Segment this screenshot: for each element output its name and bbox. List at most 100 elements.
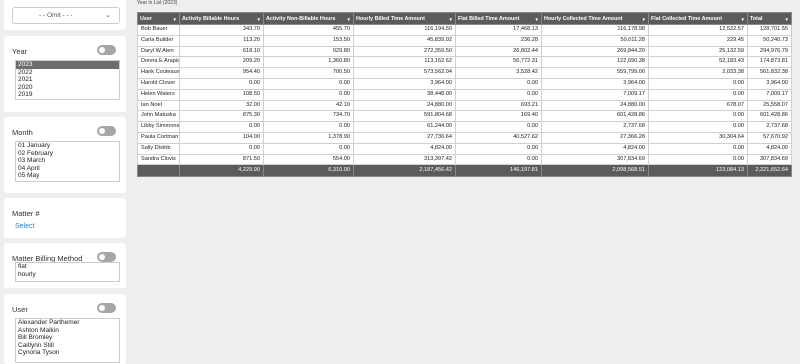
table-row: Donna E Arapia 209.20 1,360.80 113,162.62 56… — [137, 56, 792, 69]
month-listbox[interactable]: 01 January 02 February 03 March 04 April 05 … — [15, 141, 120, 182]
omit-select-value: - - Omit - - - — [39, 12, 73, 19]
value-cell: 0.00 — [648, 153, 748, 166]
value-cell: 0.00 — [263, 88, 354, 101]
column-header-label: User — [140, 15, 152, 22]
value-cell: 3,528.42 — [455, 67, 542, 79]
column-header[interactable]: User ▼ — [137, 12, 180, 25]
month-filter-title: Month — [12, 128, 33, 137]
value-cell: 1,378.90 — [263, 131, 354, 144]
month-option[interactable]: 01 January — [16, 142, 119, 150]
month-filter-toggle[interactable] — [97, 126, 116, 136]
year-option[interactable]: 2023 — [16, 61, 119, 69]
sort-arrow-icon[interactable]: ▼ — [449, 17, 453, 22]
value-cell: 871.50 — [179, 153, 264, 166]
value-cell: 0.00 — [179, 77, 264, 90]
value-cell: 24,880.00 — [541, 99, 649, 112]
value-cell: 693.21 — [455, 99, 542, 112]
column-header[interactable]: Hourly Billed Time Amount ▼ — [353, 12, 456, 25]
column-header[interactable]: Total ▼ — [747, 12, 792, 25]
value-cell: 229.45 — [648, 34, 748, 47]
column-header-label: Hourly Billed Time Amount — [356, 15, 425, 22]
billing-method-filter-toggle[interactable] — [97, 252, 116, 262]
billing_method-option[interactable]: hourly — [16, 271, 119, 279]
billing_method-option[interactable]: flat — [16, 263, 119, 271]
matter-filter-card: Matter # Select — [4, 198, 126, 238]
value-cell: 734.70 — [263, 110, 354, 123]
column-header[interactable]: Flat Billed Time Amount ▼ — [455, 12, 542, 25]
month-option[interactable]: 02 February — [16, 150, 119, 158]
user-option[interactable]: Caitlynn Still — [16, 342, 119, 350]
column-header[interactable]: Hourly Collected Time Amount ▼ — [541, 12, 649, 25]
value-cell: 27,736.64 — [353, 131, 456, 144]
value-cell: 128,701.55 — [747, 24, 792, 36]
billing-method-listbox[interactable]: flat hourly — [15, 262, 120, 282]
user-option[interactable]: Bill Bromley — [16, 334, 119, 342]
value-cell: 52,183.43 — [648, 56, 748, 69]
value-cell: 12,522.57 — [648, 24, 748, 36]
table-row: John Matuska 875.30 734.70 591,804.68 169.40… — [137, 110, 792, 123]
value-cell: 343.70 — [179, 24, 264, 36]
value-cell: 3,964.00 — [747, 77, 792, 90]
sort-arrow-icon[interactable]: ▼ — [741, 17, 745, 22]
value-cell: 4,824.00 — [353, 142, 456, 155]
value-cell: 104.00 — [179, 131, 264, 144]
month-option[interactable]: 03 March — [16, 157, 119, 165]
column-header-label: Flat Collected Time Amount — [651, 15, 722, 22]
table-row: Hank Couteaux 954.40 700.50 573,562.04 3,528… — [137, 67, 792, 79]
user-option[interactable]: Cynoria Tyson — [16, 349, 119, 357]
user-name-cell: Donna E Arapia — [137, 56, 180, 69]
user-option[interactable]: Ashton Malkin — [16, 327, 119, 335]
year-option[interactable]: 2022 — [16, 69, 119, 77]
month-option[interactable]: 04 April — [16, 165, 119, 173]
chevron-down-icon: ⌄ — [105, 12, 111, 19]
year-option[interactable]: 2019 — [16, 91, 119, 99]
year-listbox[interactable]: 2023 2022 2021 2020 2019 — [15, 60, 120, 100]
year-option[interactable]: 2021 — [16, 76, 119, 84]
column-header-label: Activity Non-Billable Hours — [266, 15, 336, 22]
value-cell: 61,244.00 — [353, 121, 456, 133]
value-cell: 700.50 — [263, 67, 354, 79]
sort-arrow-icon[interactable]: ▼ — [257, 17, 261, 22]
column-header[interactable]: Activity Non-Billable Hours ▼ — [263, 12, 354, 25]
value-cell: 0.00 — [648, 77, 748, 90]
sort-arrow-icon[interactable]: ▼ — [642, 17, 646, 22]
omit-select[interactable]: - - Omit - - - ⌄ — [12, 7, 120, 24]
sort-arrow-icon[interactable]: ▼ — [535, 17, 539, 22]
column-header[interactable]: Flat Collected Time Amount ▼ — [648, 12, 748, 25]
value-cell: 554.00 — [263, 153, 354, 166]
user-option[interactable]: Alexander Parthemer — [16, 319, 119, 327]
value-cell: 30,304.64 — [648, 131, 748, 144]
value-cell: 591,804.68 — [353, 110, 456, 123]
value-cell: 0.00 — [648, 88, 748, 101]
total-cell: 2,221,652.64 — [747, 164, 792, 178]
column-header[interactable]: Activity Billable Hours ▼ — [179, 12, 264, 25]
value-cell: 601,428.86 — [747, 110, 792, 123]
value-cell: 116,178.98 — [541, 24, 649, 36]
value-cell: 169.40 — [455, 110, 542, 123]
value-cell: 875.30 — [179, 110, 264, 123]
value-cell: 0.00 — [263, 142, 354, 155]
sort-arrow-icon[interactable]: ▼ — [347, 17, 351, 22]
year-option[interactable]: 2020 — [16, 84, 119, 92]
value-cell: 272,359.50 — [353, 45, 456, 58]
table-row: Harold Clover 0.00 0.00 3,964.00 0.00 3,964.0… — [137, 77, 792, 90]
month-option[interactable]: 05 May — [16, 172, 119, 180]
value-cell: 236.28 — [455, 34, 542, 47]
user-name-cell: Hank Couteaux — [137, 67, 180, 79]
sort-arrow-icon[interactable]: ▼ — [173, 17, 177, 22]
total-cell: 2,187,456.42 — [353, 164, 456, 178]
matter-select-link[interactable]: Select — [15, 223, 34, 230]
value-cell: 0.00 — [179, 121, 264, 133]
year-filter-toggle[interactable] — [97, 45, 116, 55]
user-name-cell: John Matuska — [137, 110, 180, 123]
value-cell: 50,240.73 — [747, 34, 792, 47]
column-header-label: Hourly Collected Time Amount — [544, 15, 623, 22]
sort-arrow-icon[interactable]: ▼ — [785, 17, 789, 22]
value-cell: 38,448.00 — [353, 88, 456, 101]
value-cell: 2,033.38 — [648, 67, 748, 79]
user-filter-toggle[interactable] — [97, 303, 116, 313]
table-row: Daryl W Aten 618.10 929.80 272,359.50 26,802… — [137, 45, 792, 58]
value-cell: 573,562.04 — [353, 67, 456, 79]
user-listbox[interactable]: Alexander Parthemer Ashton Malkin Bill Bro… — [15, 318, 120, 363]
year-filter-title: Year — [12, 47, 28, 56]
